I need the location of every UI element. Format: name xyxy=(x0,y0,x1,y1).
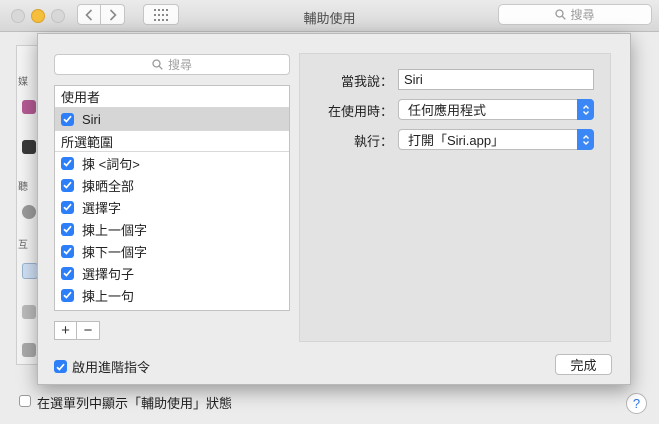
command-label: 揀 <詞句> xyxy=(82,156,140,172)
done-button[interactable]: 完成 xyxy=(555,354,612,375)
when-i-say-label: 當我說： xyxy=(340,74,393,89)
search-icon xyxy=(152,59,163,70)
list-item-siri[interactable]: Siri xyxy=(55,108,289,130)
command-checkbox[interactable] xyxy=(61,200,74,214)
updown-chevron-icon xyxy=(582,104,589,115)
commands-search-field[interactable]: 搜尋 xyxy=(54,54,290,75)
checkmark-icon xyxy=(63,159,72,167)
add-command-button[interactable]: + xyxy=(54,321,77,340)
search-icon xyxy=(555,9,567,20)
perform-label: 執行： xyxy=(353,134,393,149)
background-sidebar-icon xyxy=(22,263,38,279)
remove-command-button[interactable]: − xyxy=(77,321,100,340)
while-using-value: 任何應用程式 xyxy=(408,103,487,118)
checkmark-icon xyxy=(63,269,72,277)
perform-value: 打開「Siri.app」 xyxy=(408,133,505,148)
background-sidebar-fragment: 媒 xyxy=(18,77,28,88)
when-i-say-field[interactable]: Siri xyxy=(398,69,594,90)
background-sidebar-fragment: 互 xyxy=(18,240,28,251)
checkmark-icon xyxy=(63,225,72,233)
list-item[interactable]: 揀晒全部 xyxy=(55,174,289,196)
checkmark-icon xyxy=(63,203,72,211)
background-sidebar-fragment: 聽 xyxy=(18,182,28,193)
command-label: 選擇句子 xyxy=(82,266,135,282)
enable-advanced-commands[interactable]: 啟用進階指令 xyxy=(54,357,150,376)
background-sidebar-icon xyxy=(22,140,36,154)
list-item[interactable]: 揀上一句 xyxy=(55,284,289,306)
command-detail-panel: 當我說： Siri 在使用時： 任何應用程式 執行： 打開「Siri.app」 xyxy=(299,53,611,342)
command-checkbox[interactable] xyxy=(61,178,74,192)
command-checkbox[interactable] xyxy=(61,112,74,126)
command-label: 揀上一個字 xyxy=(82,222,148,238)
checkmark-icon xyxy=(63,247,72,255)
help-label: ? xyxy=(632,396,641,411)
command-checkbox[interactable] xyxy=(61,156,74,170)
list-item[interactable]: 選擇字 xyxy=(55,196,289,218)
show-in-menu-bar-checkbox[interactable] xyxy=(19,395,31,407)
command-label: 揀下一個字 xyxy=(82,244,148,260)
checkmark-icon xyxy=(63,181,72,189)
advanced-commands-sheet: 搜尋 使用者 Siri 所選範圍 揀 <詞句> 揀晒全部 選擇字 揀上一個字 揀… xyxy=(37,33,631,385)
while-using-label: 在使用時： xyxy=(327,104,393,119)
commands-list[interactable]: 使用者 Siri 所選範圍 揀 <詞句> 揀晒全部 選擇字 揀上一個字 揀下一個… xyxy=(54,85,290,311)
group-header-selection: 所選範圍 xyxy=(55,130,289,152)
perform-popup[interactable]: 打開「Siri.app」 xyxy=(398,129,594,150)
command-checkbox[interactable] xyxy=(61,266,74,280)
command-label: Siri xyxy=(82,111,101,127)
help-button[interactable]: ? xyxy=(626,393,647,414)
show-in-menu-bar-label: 在選單列中顯示「輔助使用」狀態 xyxy=(37,396,233,411)
list-item[interactable]: 揀 <詞句> xyxy=(55,152,289,174)
background-sidebar-icon xyxy=(22,100,36,114)
group-header-user: 使用者 xyxy=(55,86,289,108)
background-sidebar-icon xyxy=(22,343,36,357)
updown-chevron-icon xyxy=(582,134,589,145)
background-sidebar-icon xyxy=(22,205,36,219)
command-label: 揀晒全部 xyxy=(82,178,135,194)
enable-advanced-commands-checkbox[interactable] xyxy=(54,360,67,373)
list-item[interactable]: 選擇句子 xyxy=(55,262,289,284)
toolbar-search-placeholder: 搜尋 xyxy=(570,8,595,22)
list-item[interactable]: 揀下一個字 xyxy=(55,240,289,262)
command-label: 揀上一句 xyxy=(82,288,135,304)
while-using-popup[interactable]: 任何應用程式 xyxy=(398,99,594,120)
command-checkbox[interactable] xyxy=(61,244,74,258)
checkmark-icon xyxy=(63,115,72,123)
toolbar-search-field[interactable]: 搜尋 xyxy=(498,4,652,25)
enable-advanced-commands-label: 啟用進階指令 xyxy=(72,360,151,375)
command-checkbox[interactable] xyxy=(61,288,74,302)
list-item[interactable]: 揀上一個字 xyxy=(55,218,289,240)
background-sidebar-icon xyxy=(22,305,36,319)
checkmark-icon xyxy=(56,363,65,371)
command-label: 選擇字 xyxy=(82,200,122,216)
add-remove-bar: + − xyxy=(54,321,100,340)
title-bar: 輔助使用 搜尋 xyxy=(0,0,659,32)
command-checkbox[interactable] xyxy=(61,222,74,236)
commands-search-placeholder: 搜尋 xyxy=(167,58,192,72)
checkmark-icon xyxy=(63,291,72,299)
